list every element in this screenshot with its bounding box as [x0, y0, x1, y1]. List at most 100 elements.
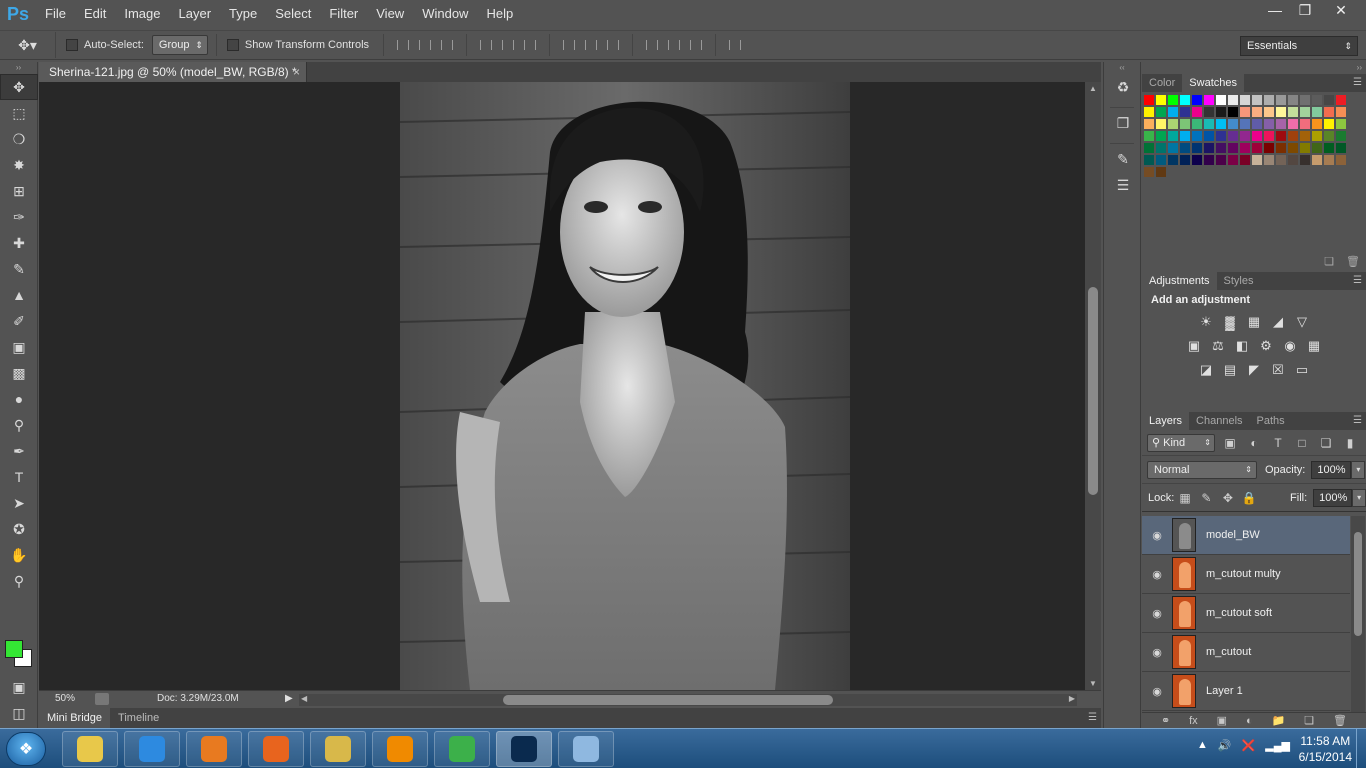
brush-presets-icon[interactable]: ✎ [1104, 146, 1142, 172]
fill-field[interactable]: 100% [1313, 488, 1353, 507]
vibrance-icon[interactable]: ▽ [1292, 314, 1312, 330]
color-swatch[interactable] [1155, 130, 1167, 142]
distribute-right-icon[interactable] [685, 35, 707, 55]
opacity-slider-toggle[interactable]: ▾ [1351, 460, 1366, 479]
color-swatch[interactable] [1167, 94, 1179, 106]
tab-adjustments[interactable]: Adjustments [1142, 272, 1217, 290]
color-swatch[interactable] [1203, 94, 1215, 106]
color-swatch[interactable] [1311, 154, 1323, 166]
taskbar-app-internet-explorer[interactable] [124, 731, 180, 767]
color-swatch[interactable] [1227, 130, 1239, 142]
layer-name[interactable]: Layer 1 [1206, 685, 1243, 697]
color-swatch[interactable] [1275, 94, 1287, 106]
color-swatch[interactable] [1263, 94, 1275, 106]
menu-type[interactable]: Type [220, 0, 266, 28]
show-hidden-icons-icon[interactable]: ▲ [1197, 739, 1208, 752]
align-right-icon[interactable] [519, 35, 541, 55]
canvas-vertical-scrollbar[interactable]: ▲ ▼ [1085, 82, 1101, 690]
auto-align-icon[interactable] [724, 35, 746, 55]
color-swatch[interactable] [1191, 154, 1203, 166]
taskbar-app-paint[interactable] [558, 731, 614, 767]
layer-style-icon[interactable]: fx [1189, 715, 1198, 727]
color-swatch[interactable] [1143, 166, 1155, 178]
scroll-right-icon[interactable]: ▶ [1069, 694, 1075, 703]
align-vcenter-icon[interactable] [414, 35, 436, 55]
color-swatch[interactable] [1191, 94, 1203, 106]
hue-saturation-icon[interactable]: ▣ [1184, 338, 1204, 354]
eyedropper-tool-icon[interactable]: ✑ [0, 204, 38, 230]
lock-position-icon[interactable]: ✥ [1217, 491, 1238, 505]
clone-stamp-tool-icon[interactable]: ▲ [0, 282, 38, 308]
color-swatch[interactable] [1191, 142, 1203, 154]
color-swatch[interactable] [1191, 106, 1203, 118]
panel-menu-icon[interactable]: ☰ [1353, 272, 1362, 290]
distribute-left-icon[interactable] [641, 35, 663, 55]
layer-row[interactable]: ◉ Layer 1 [1142, 672, 1350, 711]
panel-menu-icon[interactable]: ☰ [1353, 412, 1362, 430]
color-swatch[interactable] [1179, 154, 1191, 166]
menu-image[interactable]: Image [115, 0, 169, 28]
filter-kind-dropdown[interactable]: ⚲ Kind ⇕ [1147, 433, 1215, 452]
blend-mode-dropdown[interactable]: Normal ⇕ [1147, 460, 1257, 479]
color-swatch[interactable] [1155, 94, 1167, 106]
color-swatch[interactable] [1287, 106, 1299, 118]
taskbar-app-files[interactable] [310, 731, 366, 767]
zoom-level[interactable]: 50% [55, 691, 75, 707]
tab-paths[interactable]: Paths [1250, 412, 1292, 430]
color-swatch[interactable] [1155, 118, 1167, 130]
color-swatch[interactable] [1299, 106, 1311, 118]
tab-layers[interactable]: Layers [1142, 412, 1190, 430]
tab-swatches[interactable]: Swatches [1182, 74, 1244, 92]
color-swatch[interactable] [1251, 94, 1263, 106]
zoom-tool-icon[interactable]: ⚲ [0, 568, 38, 594]
layer-row[interactable]: ◉ m_cutout multy [1142, 555, 1350, 594]
color-swatch[interactable] [1335, 118, 1347, 130]
canvas-area[interactable] [39, 82, 1085, 690]
color-swatch[interactable] [1299, 130, 1311, 142]
close-button[interactable]: ✕ [1320, 0, 1362, 20]
show-transform-checkbox[interactable] [226, 39, 239, 51]
tab-channels[interactable]: Channels [1189, 412, 1249, 430]
taskbar-app-media-player[interactable] [186, 731, 242, 767]
color-swatch[interactable] [1263, 142, 1275, 154]
color-swatch[interactable] [1287, 130, 1299, 142]
color-swatch[interactable] [1203, 118, 1215, 130]
color-swatch[interactable] [1311, 118, 1323, 130]
color-swatch[interactable] [1335, 130, 1347, 142]
visibility-eye-icon[interactable]: ◉ [1142, 568, 1172, 581]
scroll-thumb[interactable] [1088, 287, 1098, 495]
scroll-thumb[interactable] [1354, 532, 1362, 636]
color-swatch[interactable] [1287, 154, 1299, 166]
color-swatch[interactable] [1215, 154, 1227, 166]
align-bottom-icon[interactable] [436, 35, 458, 55]
collapse-icon[interactable]: ›› [1142, 62, 1366, 74]
color-swatch[interactable] [1143, 154, 1155, 166]
color-swatch[interactable] [1203, 106, 1215, 118]
3d-panel-icon[interactable]: ❐ [1104, 110, 1142, 136]
gradient-tool-icon[interactable]: ▩ [0, 360, 38, 386]
threshold-icon[interactable]: ◤ [1244, 362, 1264, 378]
color-swatch[interactable] [1239, 94, 1251, 106]
panel-menu-icon[interactable]: ☰ [1353, 74, 1362, 92]
color-swatch[interactable] [1251, 118, 1263, 130]
distribute-top-icon[interactable] [558, 35, 580, 55]
color-swatch[interactable] [1299, 142, 1311, 154]
trash-icon[interactable]: 🗑 [1346, 255, 1360, 268]
color-swatch[interactable] [1311, 106, 1323, 118]
color-swatch[interactable] [1167, 130, 1179, 142]
eraser-tool-icon[interactable]: ▣ [0, 334, 38, 360]
healing-brush-tool-icon[interactable]: ✚ [0, 230, 38, 256]
color-swatch[interactable] [1323, 118, 1335, 130]
layer-row[interactable]: ◉ m_cutout [1142, 633, 1350, 672]
color-swatch[interactable] [1227, 106, 1239, 118]
layer-row[interactable]: ◉ m_cutout soft [1142, 594, 1350, 633]
color-swatch[interactable] [1251, 130, 1263, 142]
color-swatch[interactable] [1275, 130, 1287, 142]
color-swatch[interactable] [1215, 142, 1227, 154]
color-swatch[interactable] [1215, 106, 1227, 118]
clock[interactable]: 11:58 AM 6/15/2014 [1299, 733, 1352, 765]
lock-pixels-icon[interactable]: ✎ [1196, 491, 1217, 505]
color-swatch[interactable] [1179, 130, 1191, 142]
color-swatch[interactable] [1239, 142, 1251, 154]
align-top-icon[interactable] [392, 35, 414, 55]
